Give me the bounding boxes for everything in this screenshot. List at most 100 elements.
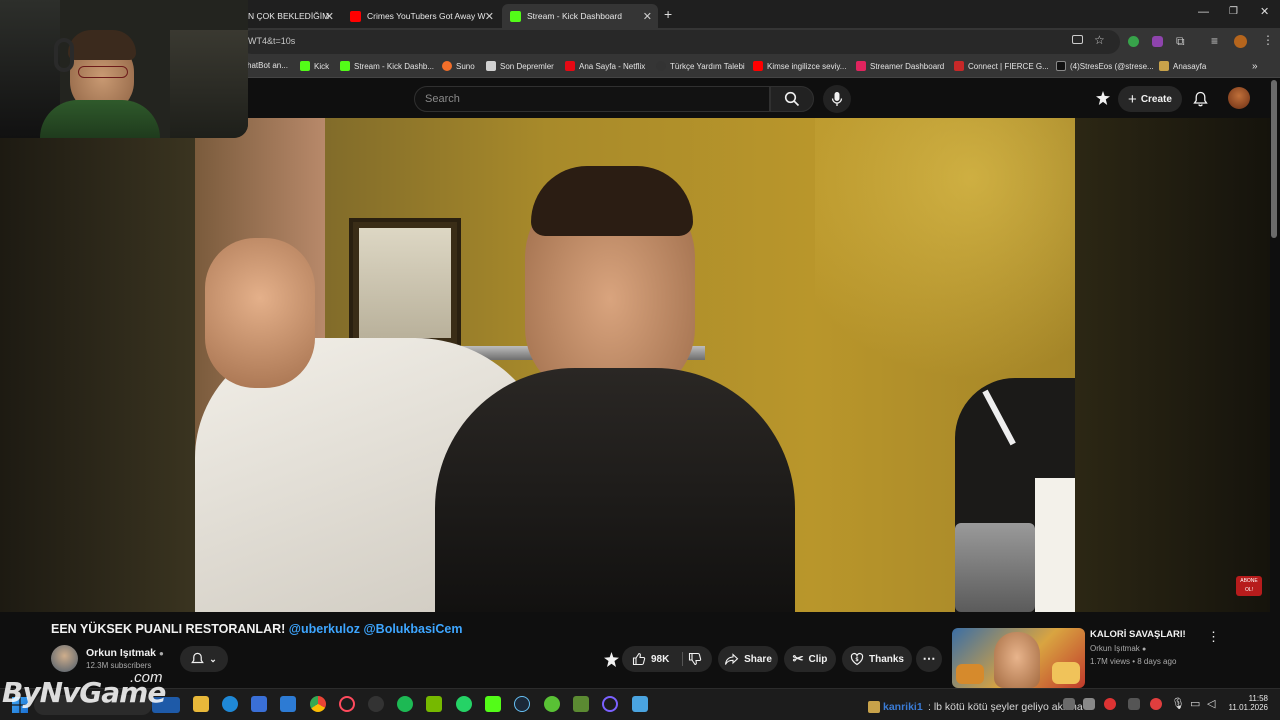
search-icon	[784, 91, 800, 107]
url-field[interactable]: WT4&t=10s	[240, 30, 1120, 54]
spotify-icon[interactable]	[397, 696, 413, 712]
thumbnail-food	[1052, 662, 1080, 684]
bookmark-item[interactable]: hatBot an...	[247, 61, 288, 70]
chrome-icon[interactable]	[310, 696, 326, 712]
bookmark-item[interactable]: Connect | FIERCE G...	[954, 61, 1049, 71]
install-app-icon[interactable]	[1072, 35, 1083, 44]
thanks-button[interactable]: $ Thanks	[842, 646, 912, 672]
bookmark-item[interactable]: Suno	[442, 61, 475, 71]
player-side-blur	[1075, 118, 1270, 612]
close-tab-icon[interactable]: ✕	[325, 10, 334, 23]
tray-icon[interactable]	[1063, 698, 1075, 710]
extension-icon[interactable]	[1152, 36, 1163, 47]
thumbnail-face	[994, 632, 1040, 688]
kick-favicon-icon	[510, 10, 521, 22]
new-tab-icon[interactable]: +	[664, 6, 672, 22]
dashboard-icon	[856, 61, 866, 71]
minecraft-icon[interactable]	[573, 696, 589, 712]
streamer-hair	[68, 30, 136, 60]
browser-tab-active[interactable]: Stream - Kick Dashboard ✕	[502, 4, 658, 28]
extensions-puzzle-icon[interactable]: ⧉	[1176, 34, 1185, 49]
close-tab-icon[interactable]: ✕	[643, 10, 652, 23]
account-avatar[interactable]	[1228, 87, 1250, 109]
page-scrollbar[interactable]	[1271, 80, 1277, 238]
mail-icon[interactable]	[280, 696, 296, 712]
bookmark-item[interactable]: Anasayfa	[1159, 61, 1206, 71]
bookmark-item[interactable]: Son Depremler	[486, 61, 554, 71]
close-tab-icon[interactable]: ✕	[485, 10, 494, 23]
bookmark-item[interactable]: Kick	[300, 61, 329, 71]
browser-menu-icon[interactable]: ⋮	[1262, 33, 1274, 47]
channel-avatar[interactable]	[51, 645, 78, 672]
voice-search-button[interactable]	[823, 85, 851, 113]
app-icon[interactable]	[602, 696, 618, 712]
tray-icon[interactable]	[1128, 698, 1140, 710]
like-button[interactable]: 98K	[632, 652, 669, 666]
steam-icon[interactable]	[514, 696, 530, 712]
person-left-hand	[205, 238, 315, 388]
thumbs-up-icon	[632, 652, 646, 666]
bookmark-item[interactable]: (4)StresEos (@strese...	[1056, 61, 1154, 71]
app-icon[interactable]	[632, 696, 648, 712]
obs-icon[interactable]	[368, 696, 384, 712]
bookmark-item[interactable]: Ana Sayfa - Netflix	[565, 61, 645, 71]
edge-icon[interactable]	[222, 696, 238, 712]
notifications-bell-icon[interactable]	[1193, 91, 1208, 107]
browser-tab[interactable]: N ÇOK BEKLEDİĞİM ✕	[240, 4, 340, 28]
restore-icon[interactable]: ❐	[1229, 6, 1238, 17]
recommended-video-title[interactable]: KALORİ SAVAŞLARI!	[1090, 629, 1186, 640]
volume-icon[interactable]: ◁	[1207, 697, 1215, 710]
microphone-icon	[831, 92, 843, 106]
minimize-icon[interactable]: —	[1198, 6, 1209, 18]
recommended-video-thumbnail[interactable]	[952, 628, 1085, 688]
bookmark-star-icon[interactable]: ☆	[1094, 33, 1105, 47]
mention-links[interactable]: @uberkuloz @BolukbasiCem	[289, 622, 463, 636]
bookmark-item[interactable]: Türkçe Yardım Talebi	[656, 61, 745, 71]
video-title: EEN YÜKSEK PUANLI RESTORANLAR! @uberkulo…	[51, 622, 463, 636]
streamer-shirt	[40, 100, 160, 138]
tray-icon[interactable]	[1150, 698, 1162, 710]
app-icon[interactable]	[544, 696, 560, 712]
share-button[interactable]: Share	[718, 646, 778, 672]
create-button[interactable]: + Create	[1118, 86, 1182, 112]
more-actions-button[interactable]: ⋯	[916, 646, 942, 672]
chat-badge-icon	[868, 701, 880, 713]
thumbs-down-icon[interactable]	[688, 652, 702, 666]
profile-avatar-icon[interactable]	[1234, 35, 1247, 48]
store-icon[interactable]	[251, 696, 267, 712]
more-bookmarks-icon[interactable]: »	[1252, 61, 1258, 72]
search-input[interactable]: Search	[414, 86, 770, 112]
subscribe-overlay-badge[interactable]: ABONE OL!	[1236, 576, 1262, 596]
clip-button[interactable]: ✂ Clip	[784, 646, 836, 672]
video-player[interactable]: ABONE OL!	[0, 118, 1270, 612]
recommended-menu-icon[interactable]: ⋮	[1207, 629, 1220, 645]
bookmark-item[interactable]: Streamer Dashboard	[856, 61, 944, 71]
nvidia-icon[interactable]	[426, 696, 442, 712]
search-button[interactable]	[770, 86, 814, 112]
tray-icon[interactable]	[1083, 698, 1095, 710]
url-text: WT4&t=10s	[248, 36, 296, 46]
bookmark-item[interactable]: Kimse ingilizce seviy...	[753, 61, 846, 71]
opera-icon[interactable]	[339, 696, 355, 712]
kick-taskbar-icon[interactable]	[485, 696, 501, 712]
reading-list-icon[interactable]: ≡	[1211, 34, 1218, 48]
ask-ai-icon[interactable]	[604, 652, 619, 667]
microphone-tray-icon[interactable]: 🎙	[1171, 697, 1185, 710]
ai-sparkle-icon[interactable]	[1096, 91, 1110, 105]
taskbar-clock[interactable]: 11:58 11.01.2026	[1229, 694, 1268, 712]
subscription-bell-button[interactable]: ⌄	[180, 646, 228, 672]
whatsapp-icon[interactable]	[456, 696, 472, 712]
close-window-icon[interactable]: ✕	[1260, 5, 1269, 18]
extension-icon[interactable]	[1128, 36, 1139, 47]
recommended-channel[interactable]: Orkun Işıtmak ●	[1090, 644, 1146, 653]
tiktok-icon	[1056, 61, 1066, 71]
network-icon[interactable]: ▭	[1190, 697, 1200, 710]
webcam-background	[170, 30, 248, 138]
like-count: 98K	[651, 653, 670, 665]
tray-icon[interactable]	[1104, 698, 1116, 710]
channel-name[interactable]: Orkun Işıtmak ●	[86, 647, 164, 659]
player-side-blur	[0, 118, 195, 612]
browser-tab[interactable]: Crimes YouTubers Got Away W ✕	[342, 4, 500, 28]
bookmark-item[interactable]: Stream - Kick Dashb...	[340, 61, 434, 71]
file-explorer-icon[interactable]	[193, 696, 209, 712]
